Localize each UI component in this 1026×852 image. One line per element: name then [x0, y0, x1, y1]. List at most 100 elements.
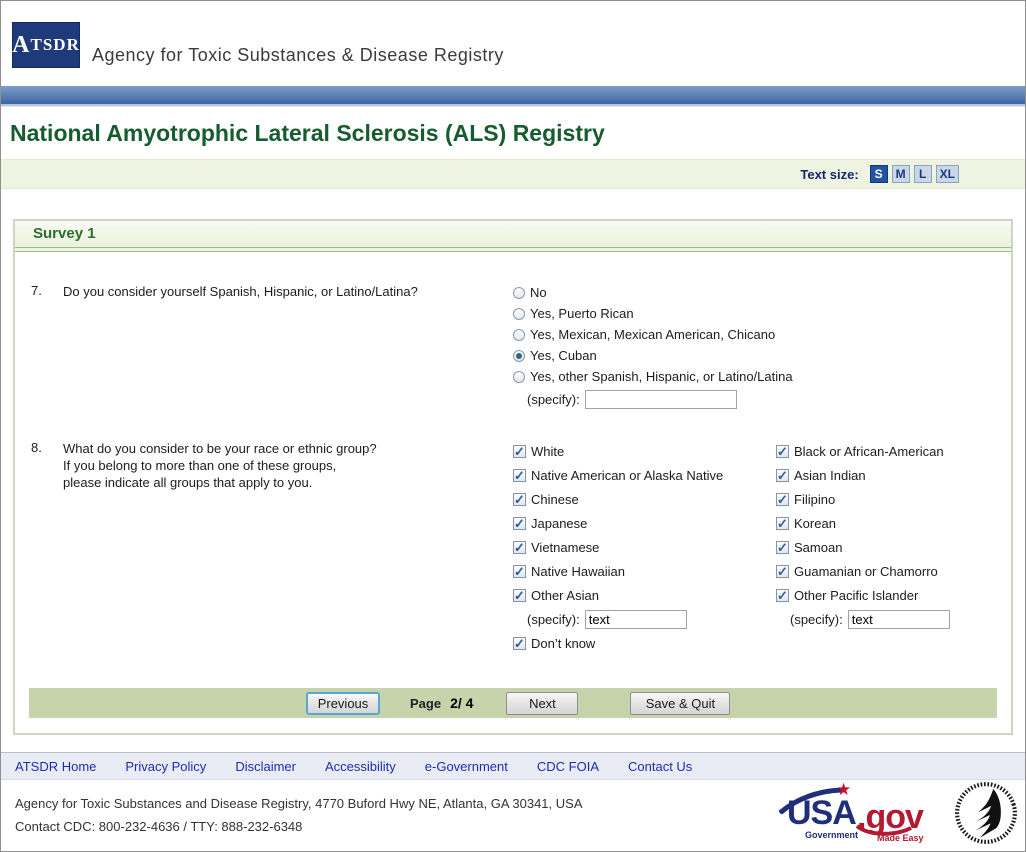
radio-option-other[interactable]: Yes, other Spanish, Hispanic, or Latino/… [513, 366, 1011, 387]
checkbox-option-chinese[interactable]: ✓ Chinese [513, 487, 776, 511]
question-8-line2: If you belong to more than one of these … [63, 458, 337, 473]
footer: Agency for Toxic Substances and Disease … [1, 780, 1025, 844]
checkbox-option-black[interactable]: ✓ Black or African-American [776, 439, 1011, 463]
link-contact-us[interactable]: Contact Us [628, 759, 692, 774]
radio-icon[interactable] [513, 328, 525, 341]
radio-option-puerto-rican[interactable]: Yes, Puerto Rican [513, 303, 1011, 324]
checkbox-label: White [531, 443, 565, 459]
hhs-eagle-logo[interactable] [944, 771, 1026, 852]
checkbox-option-dont-know[interactable]: ✓ Don’t know [513, 631, 776, 655]
page-title: National Amyotrophic Lateral Sclerosis (… [10, 120, 605, 146]
checkbox-label: Other Asian [531, 587, 599, 603]
question-7-options: No Yes, Puerto Rican Yes, Mexican, Mexic… [513, 282, 1011, 411]
checkbox-label: Other Pacific Islander [794, 587, 919, 603]
link-disclaimer[interactable]: Disclaimer [235, 759, 296, 774]
link-cdc-foia[interactable]: CDC FOIA [537, 759, 599, 774]
next-button[interactable]: Next [506, 691, 579, 715]
checkbox-option-other-pacific-islander[interactable]: ✓ Other Pacific Islander [776, 583, 1011, 607]
checkbox-icon-checked[interactable]: ✓ [513, 516, 526, 530]
agency-name: Agency for Toxic Substances & Disease Re… [92, 45, 504, 65]
text-size-m-button[interactable]: M [891, 165, 910, 183]
radio-option-no[interactable]: No [513, 282, 1011, 303]
radio-icon[interactable] [513, 286, 525, 299]
checkbox-option-other-asian[interactable]: ✓ Other Asian [513, 583, 776, 607]
checkbox-option-korean[interactable]: ✓ Korean [776, 511, 1011, 535]
checkbox-option-filipino[interactable]: ✓ Filipino [776, 487, 1011, 511]
checkbox-label: Korean [794, 515, 836, 531]
survey-body: 7. Do you consider yourself Spanish, His… [15, 252, 1011, 733]
checkbox-label: Native American or Alaska Native [531, 467, 724, 483]
specify-label: (specify): [790, 611, 843, 627]
header-divider-bar [1, 86, 1025, 104]
radio-icon[interactable] [513, 370, 525, 383]
checkbox-option-guamanian[interactable]: ✓ Guamanian or Chamorro [776, 559, 1011, 583]
checkbox-option-japanese[interactable]: ✓ Japanese [513, 511, 776, 535]
checkbox-option-samoan[interactable]: ✓ Samoan [776, 535, 1011, 559]
header-divider-line [1, 104, 1025, 107]
checkbox-label: Guamanian or Chamorro [794, 563, 938, 579]
radio-icon-selected[interactable] [513, 349, 525, 362]
checkbox-option-vietnamese[interactable]: ✓ Vietnamese [513, 535, 776, 559]
page-label: Page [410, 696, 442, 711]
usagov-usa-text: USA [787, 794, 857, 832]
usagov-tagline-made-easy: Made Easy [877, 833, 924, 843]
radio-option-mexican[interactable]: Yes, Mexican, Mexican American, Chicano [513, 324, 1011, 345]
checkbox-icon-checked[interactable]: ✓ [776, 540, 789, 554]
other-asian-specify: (specify): [513, 607, 776, 631]
checkbox-option-native-american[interactable]: ✓ Native American or Alaska Native [513, 463, 776, 487]
other-pacific-islander-specify-input[interactable] [847, 609, 950, 629]
link-privacy-policy[interactable]: Privacy Policy [125, 759, 206, 774]
other-asian-specify-input[interactable] [584, 609, 687, 629]
question-8-number: 8. [31, 440, 42, 455]
checkbox-icon-checked[interactable]: ✓ [776, 468, 789, 482]
checkbox-icon-checked[interactable]: ✓ [513, 636, 526, 650]
checkbox-option-white[interactable]: ✓ White [513, 439, 776, 463]
text-size-xl-button[interactable]: XL [935, 165, 959, 183]
usagov-logo[interactable]: ★ USA .gov Government Made Easy [779, 780, 941, 848]
radio-label: Yes, other Spanish, Hispanic, or Latino/… [530, 369, 793, 384]
specify-label: (specify): [527, 611, 580, 627]
link-accessibility[interactable]: Accessibility [325, 759, 396, 774]
question-8-left-column: ✓ White ✓ Native American or Alaska Nati… [513, 439, 776, 655]
text-size-l-button[interactable]: L [913, 165, 932, 183]
save-quit-button[interactable]: Save & Quit [630, 691, 731, 715]
atsdr-logo-letter: A [12, 31, 31, 58]
checkbox-icon-checked[interactable]: ✓ [513, 588, 526, 602]
link-atsdr-home[interactable]: ATSDR Home [15, 759, 96, 774]
checkbox-icon-checked[interactable]: ✓ [513, 540, 526, 554]
checkbox-label: Asian Indian [794, 467, 866, 483]
checkbox-icon-checked[interactable]: ✓ [513, 444, 526, 458]
previous-button[interactable]: Previous [306, 691, 380, 715]
survey-panel: Survey 1 7. Do you consider yourself Spa… [13, 219, 1013, 735]
checkbox-icon-checked[interactable]: ✓ [776, 492, 789, 506]
atsdr-logo-rest: TSDR [30, 35, 80, 54]
checkbox-option-asian-indian[interactable]: ✓ Asian Indian [776, 463, 1011, 487]
question-7-specify-input[interactable] [584, 389, 737, 409]
question-8-line3: please indicate all groups that apply to… [63, 475, 313, 490]
question-7-number: 7. [31, 283, 42, 298]
checkbox-option-native-hawaiian[interactable]: ✓ Native Hawaiian [513, 559, 776, 583]
question-7: 7. Do you consider yourself Spanish, His… [15, 282, 1011, 411]
atsdr-logo[interactable]: A TSDR [12, 22, 80, 68]
checkbox-icon-checked[interactable]: ✓ [776, 564, 789, 578]
checkbox-icon-checked[interactable]: ✓ [776, 444, 789, 458]
checkbox-label: Japanese [531, 515, 588, 531]
checkbox-icon-checked[interactable]: ✓ [513, 468, 526, 482]
checkbox-icon-checked[interactable]: ✓ [776, 516, 789, 530]
checkbox-icon-checked[interactable]: ✓ [513, 564, 526, 578]
pagination-bar: Previous Page 2/ 4 Next Save & Quit [29, 688, 997, 718]
checkbox-icon-checked[interactable]: ✓ [776, 588, 789, 602]
radio-label: No [530, 285, 547, 300]
question-8: 8. What do you consider to be your race … [15, 439, 1011, 655]
checkbox-label: Samoan [794, 539, 843, 555]
checkbox-icon-checked[interactable]: ✓ [513, 492, 526, 506]
checkbox-label: Black or African-American [794, 443, 944, 459]
text-size-s-button[interactable]: S [869, 165, 888, 183]
radio-icon[interactable] [513, 307, 525, 320]
radio-option-cuban[interactable]: Yes, Cuban [513, 345, 1011, 366]
link-e-government[interactable]: e-Government [425, 759, 508, 774]
checkbox-label: Don’t know [531, 635, 596, 651]
survey-title: Survey 1 [15, 221, 1011, 247]
checkbox-label: Chinese [531, 491, 579, 507]
radio-label: Yes, Puerto Rican [530, 306, 634, 321]
